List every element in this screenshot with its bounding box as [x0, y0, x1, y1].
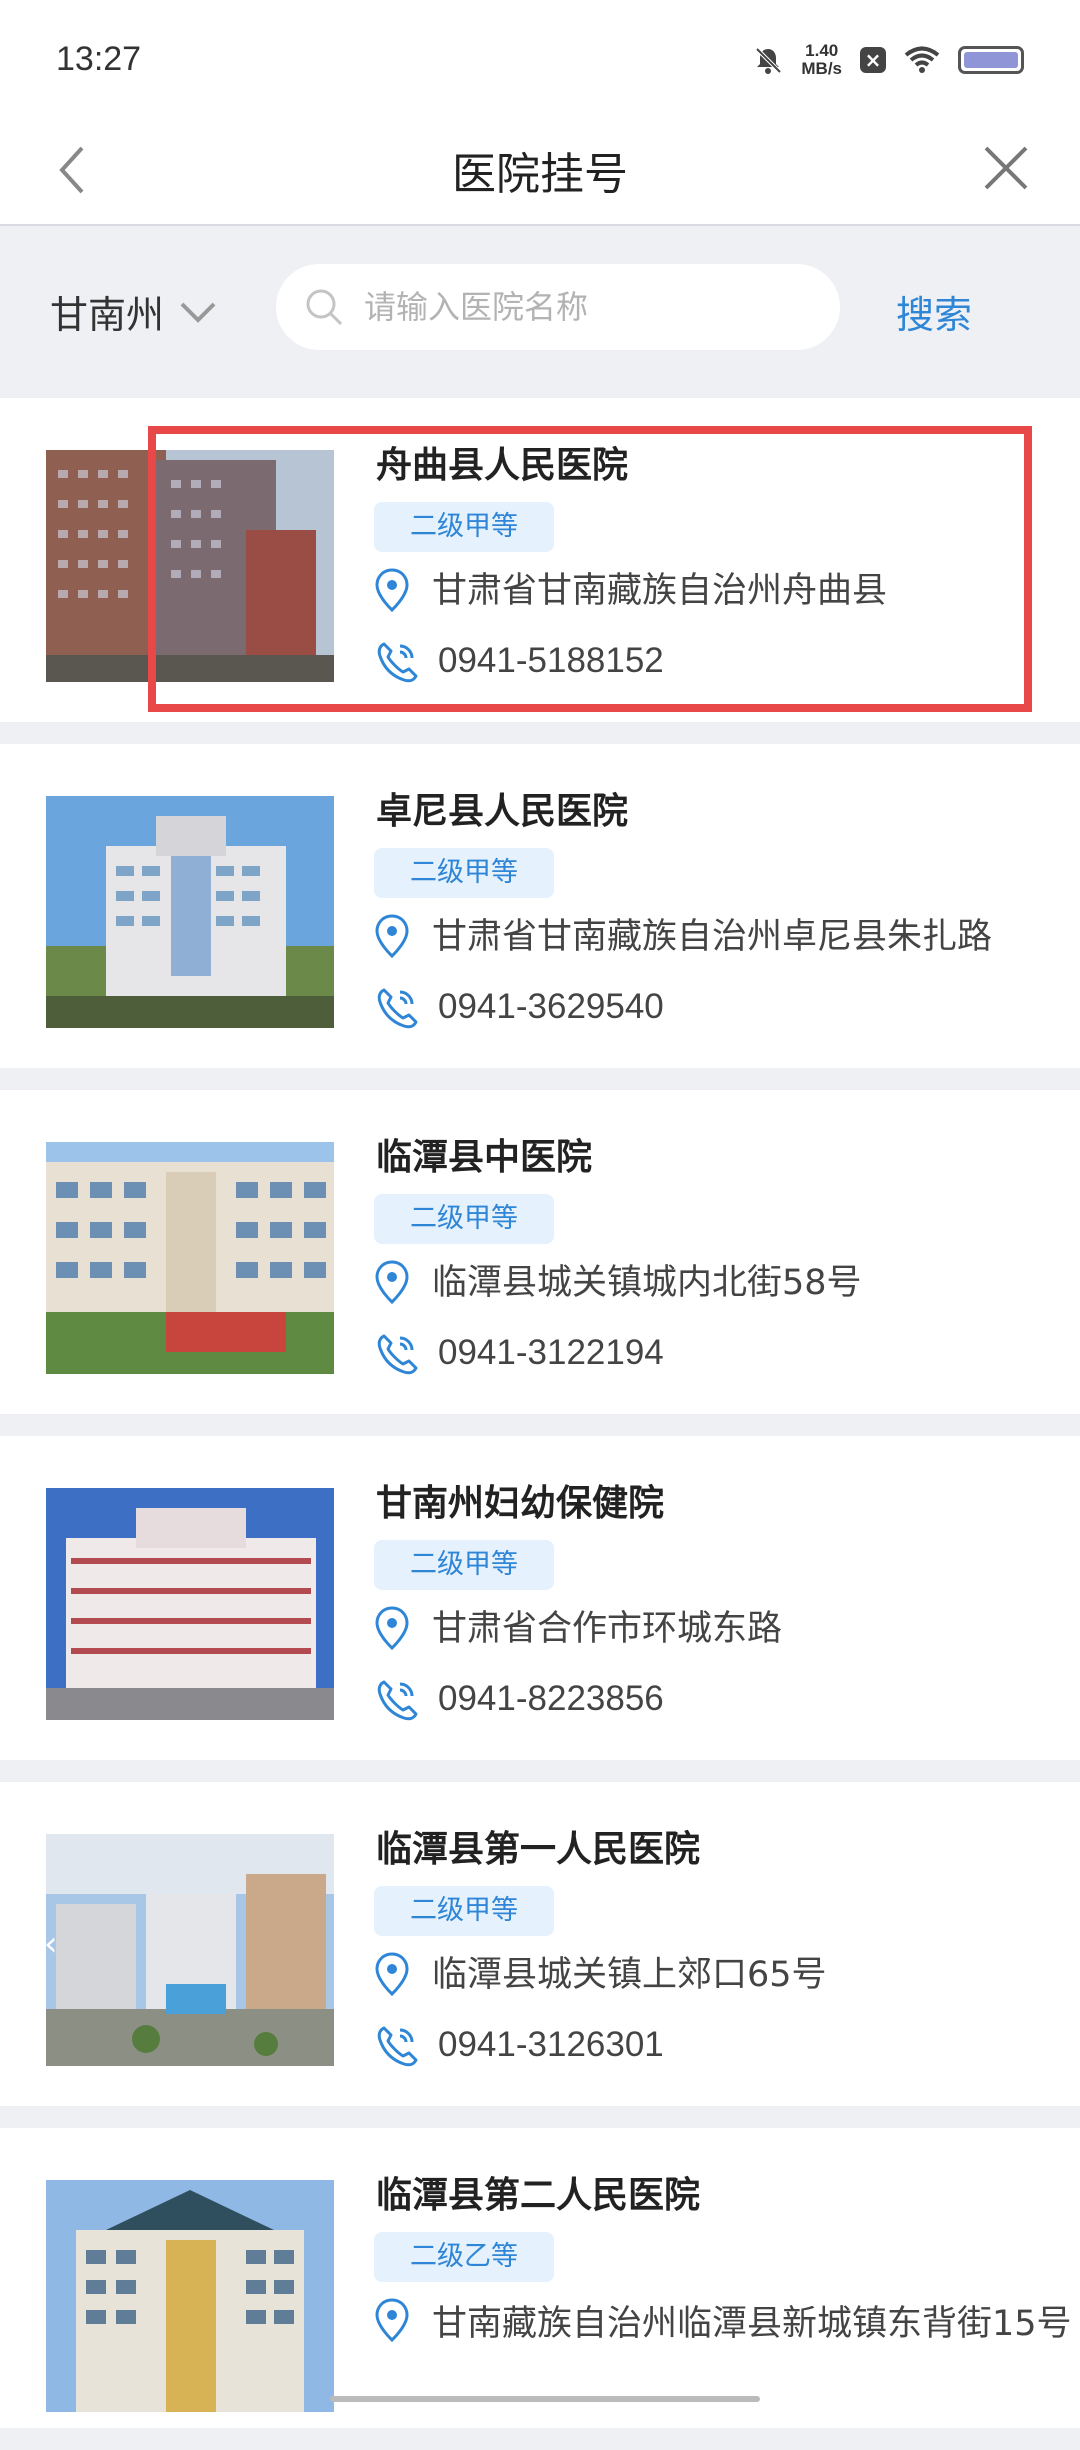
hospital-address: 甘南藏族自治州临潭县新城镇东背街15号 — [432, 2304, 1072, 2344]
phone-icon — [377, 642, 418, 683]
notification-x-icon: × — [860, 47, 886, 73]
phone-icon — [377, 988, 418, 1029]
hospital-photo — [46, 450, 334, 682]
phone-row[interactable]: 0941-5188152 — [374, 638, 664, 684]
hospital-phone: 0941-3122194 — [438, 1333, 664, 1372]
hospital-photo — [46, 1142, 334, 1374]
battery-icon — [958, 46, 1024, 74]
net-speed-value: 1.40 — [805, 41, 839, 60]
search-area: 甘南州 搜索 — [0, 226, 1080, 396]
hospital-phone: 0941-5188152 — [438, 641, 664, 680]
level-badge: 二级乙等 — [374, 2232, 554, 2282]
phone-row[interactable]: 0941-8223856 — [374, 1676, 664, 1722]
hospital-card[interactable]: 临潭县第二人民医院 二级乙等 甘南藏族自治州临潭县新城镇东背街15号 — [0, 2128, 1080, 2428]
mute-bell-icon — [755, 47, 782, 74]
network-speed: 1.40 MB/s — [801, 42, 842, 78]
level-badge: 二级甲等 — [374, 848, 554, 898]
hospital-address: 临潭县城关镇城内北街58号 — [432, 1263, 862, 1303]
level-badge: 二级甲等 — [374, 502, 554, 552]
wifi-icon — [904, 46, 940, 73]
hospital-name: 舟曲县人民医院 — [376, 445, 629, 486]
search-box[interactable] — [276, 264, 840, 350]
search-button[interactable]: 搜索 — [896, 284, 972, 339]
hospital-card[interactable]: 甘南州妇幼保健院 二级甲等 甘肃省合作市环城东路 0941-8223856 — [0, 1436, 1080, 1760]
hospital-photo — [46, 796, 334, 1028]
phone-row[interactable]: 0941-3126301 — [374, 2022, 664, 2068]
level-badge: 二级甲等 — [374, 1886, 554, 1936]
hospital-name: 临潭县中医院 — [376, 1137, 593, 1178]
hospital-phone: 0941-8223856 — [438, 1679, 664, 1718]
hospital-photo — [46, 1488, 334, 1720]
search-icon — [306, 289, 343, 326]
location-pin-icon — [375, 1606, 409, 1650]
location-pin-icon — [375, 568, 409, 612]
hospital-address: 甘肃省合作市环城东路 — [432, 1609, 783, 1649]
hospital-name: 临潭县第二人民医院 — [376, 2175, 701, 2216]
hospital-card[interactable]: 舟曲县人民医院 二级甲等 甘肃省甘南藏族自治州舟曲县 0941-5188152 — [0, 398, 1080, 722]
location-pin-icon — [375, 2298, 409, 2342]
address-row: 甘肃省甘南藏族自治州舟曲县 — [374, 568, 887, 614]
phone-icon — [377, 2026, 418, 2067]
hospital-card[interactable]: 临潭县中医院 二级甲等 临潭县城关镇城内北街58号 0941-3122194 — [0, 1090, 1080, 1414]
location-pin-icon — [375, 914, 409, 958]
hospital-address: 临潭县城关镇上郊口65号 — [432, 1955, 827, 1995]
level-badge: 二级甲等 — [374, 1194, 554, 1244]
phone-row[interactable]: 0941-3122194 — [374, 1330, 664, 1376]
close-icon[interactable] — [976, 138, 1036, 198]
address-row: 甘南藏族自治州临潭县新城镇东背街15号 — [374, 2298, 1072, 2350]
hospital-name: 甘南州妇幼保健院 — [376, 1483, 665, 1524]
page-title: 医院挂号 — [452, 149, 628, 200]
address-row: 临潭县城关镇上郊口65号 — [374, 1952, 827, 1998]
hospital-name: 临潭县第一人民医院 — [376, 1829, 701, 1870]
hospital-photo — [46, 2180, 334, 2412]
status-icons: 1.40 MB/s × — [753, 42, 1024, 78]
hospital-phone: 0941-3629540 — [438, 987, 664, 1026]
hospital-address: 甘肃省甘南藏族自治州舟曲县 — [432, 571, 888, 611]
address-row: 甘肃省甘南藏族自治州卓尼县朱扎路 — [374, 914, 992, 960]
nav-bar: 医院挂号 — [0, 120, 1080, 226]
hospital-photo — [46, 1834, 334, 2066]
status-bar: 13:27 1.40 MB/s × — [0, 0, 1080, 120]
hospital-list: 舟曲县人民医院 二级甲等 甘肃省甘南藏族自治州舟曲县 0941-5188152 — [0, 398, 1080, 2450]
location-pin-icon — [375, 1260, 409, 1304]
hospital-phone: 0941-3126301 — [438, 2025, 664, 2064]
back-gesture-icon: ‹ — [44, 1924, 58, 1964]
city-picker[interactable]: 甘南州 — [50, 284, 218, 339]
address-row: 临潭县城关镇城内北街58号 — [374, 1260, 862, 1306]
hospital-name: 卓尼县人民医院 — [376, 791, 629, 832]
phone-row[interactable]: 0941-3629540 — [374, 984, 664, 1030]
phone-icon — [377, 1334, 418, 1375]
net-speed-unit: MB/s — [801, 59, 842, 78]
location-pin-icon — [375, 1952, 409, 1996]
status-time: 13:27 — [56, 40, 142, 78]
level-badge: 二级甲等 — [374, 1540, 554, 1590]
hospital-card[interactable]: 临潭县第一人民医院 二级甲等 临潭县城关镇上郊口65号 0941-3126301 — [0, 1782, 1080, 2106]
city-label: 甘南州 — [50, 293, 165, 337]
home-indicator[interactable] — [330, 2396, 760, 2402]
address-row: 甘肃省合作市环城东路 — [374, 1606, 782, 1652]
hospital-card[interactable]: 卓尼县人民医院 二级甲等 甘肃省甘南藏族自治州卓尼县朱扎路 0941-36295… — [0, 744, 1080, 1068]
chevron-down-icon — [180, 302, 216, 323]
hospital-address: 甘肃省甘南藏族自治州卓尼县朱扎路 — [432, 917, 993, 957]
search-input[interactable] — [362, 287, 796, 327]
phone-icon — [377, 1680, 418, 1721]
